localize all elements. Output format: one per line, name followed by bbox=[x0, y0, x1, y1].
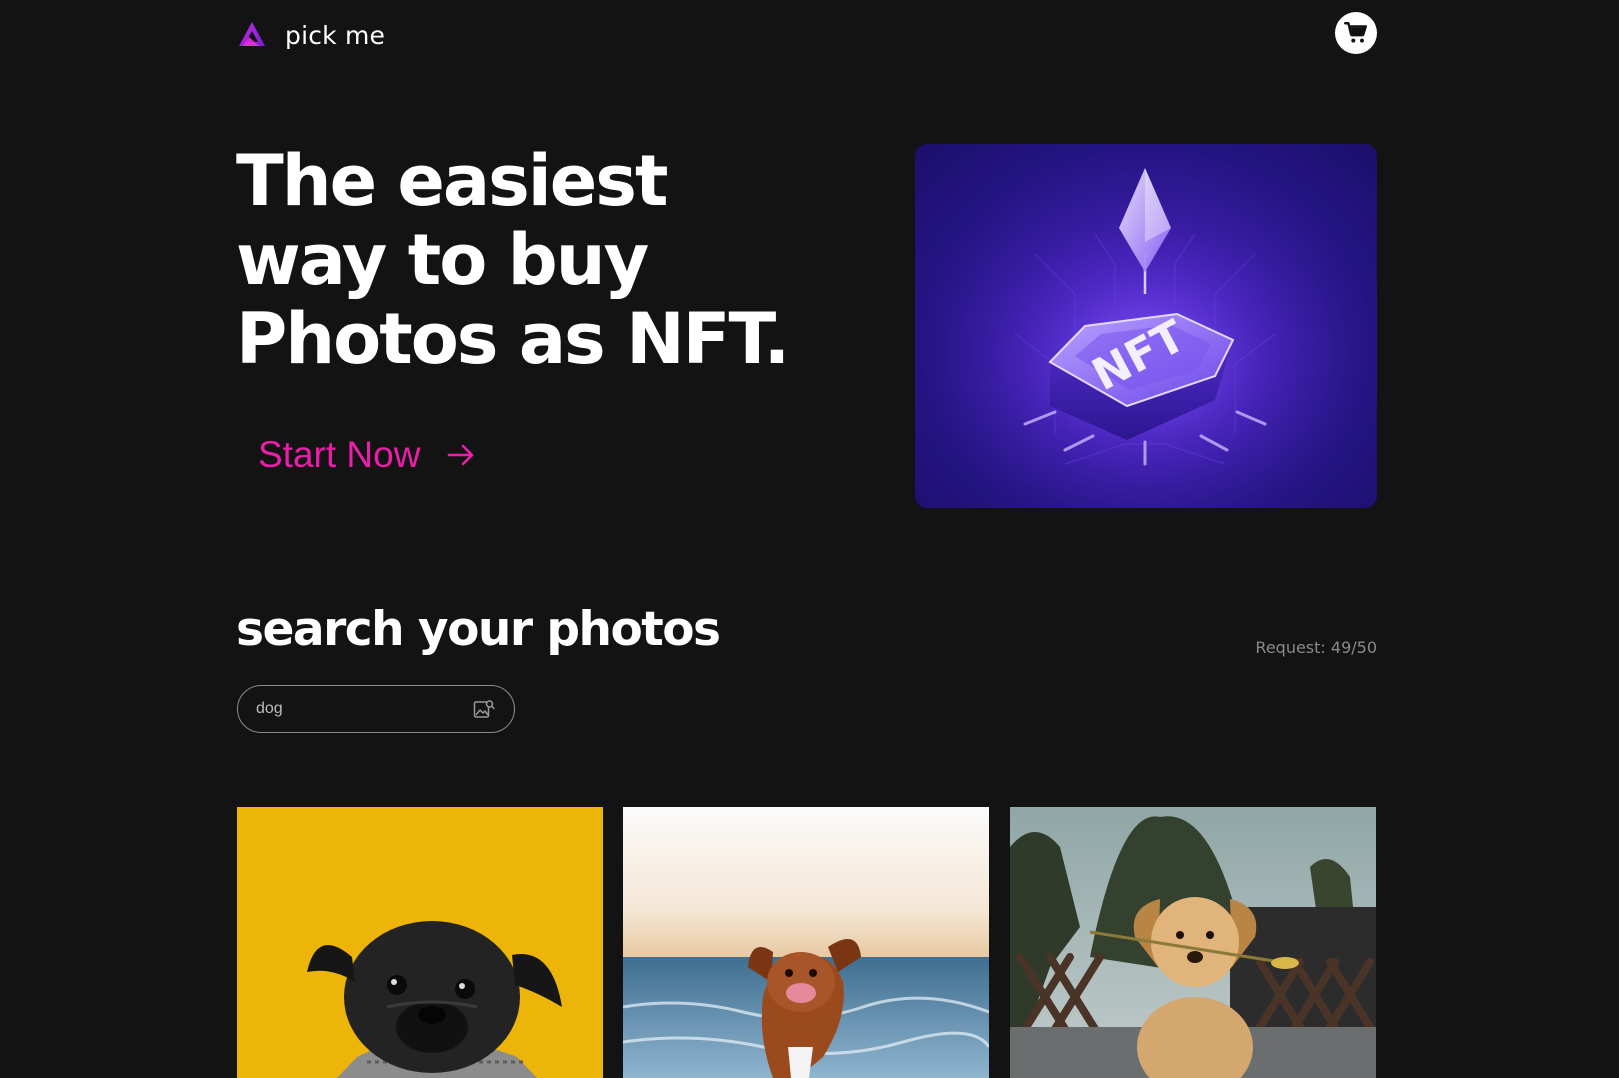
photo-card-pug[interactable] bbox=[237, 807, 603, 1078]
hero-heading: The easiest way to buy Photos as NFT. bbox=[236, 142, 836, 379]
request-counter: Request: 49/50 bbox=[1255, 638, 1377, 657]
brand-name: pick me bbox=[285, 20, 386, 50]
photo-card-puppy[interactable] bbox=[1010, 807, 1376, 1078]
cart-button[interactable] bbox=[1335, 12, 1377, 54]
photo-card-beach-dog[interactable] bbox=[623, 807, 989, 1078]
pug-photo bbox=[237, 807, 603, 1078]
search-box[interactable] bbox=[237, 685, 515, 733]
shopping-cart-icon bbox=[1343, 22, 1367, 43]
triangle-logo-icon bbox=[239, 22, 265, 46]
page: pick me The easiest way to buy Photos as… bbox=[0, 0, 1619, 1078]
search-input[interactable] bbox=[256, 700, 472, 718]
image-search-icon[interactable] bbox=[472, 697, 496, 721]
start-now-button[interactable]: Start Now bbox=[258, 434, 476, 476]
brand-logo[interactable]: pick me bbox=[237, 18, 385, 52]
puppy-photo bbox=[1010, 807, 1376, 1078]
hero-heading-line-2: way to buy bbox=[236, 219, 649, 301]
hero-heading-line-1: The easiest bbox=[236, 140, 668, 222]
hero-heading-line-3: Photos as NFT. bbox=[236, 298, 790, 380]
search-section-title: search your photos bbox=[236, 602, 721, 657]
start-now-label: Start Now bbox=[258, 434, 421, 475]
nft-token-illustration: NFT bbox=[915, 144, 1377, 508]
nft-hero-card: NFT bbox=[915, 144, 1377, 508]
beach-dog-photo bbox=[623, 807, 989, 1078]
arrow-right-icon bbox=[448, 444, 474, 466]
